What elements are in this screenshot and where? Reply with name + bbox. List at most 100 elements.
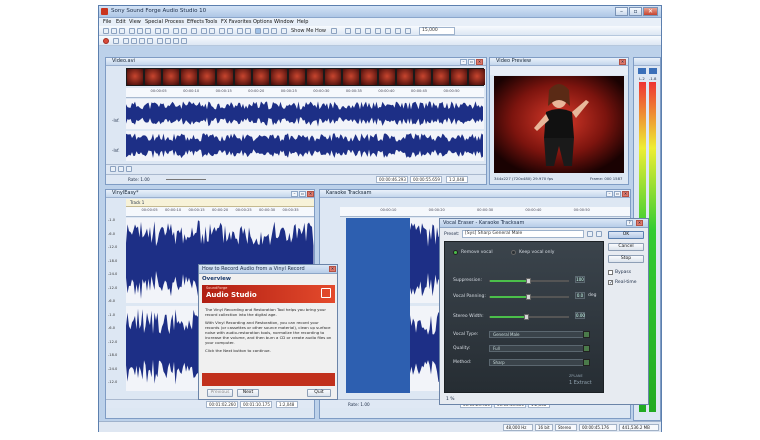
go-to-start-icon[interactable] (157, 38, 163, 44)
vinyl-wizard-close-button[interactable]: ✕ (329, 266, 336, 272)
find-icon[interactable] (201, 28, 207, 34)
fade-in-icon[interactable] (385, 28, 391, 34)
metronome-icon[interactable] (365, 28, 371, 34)
stereo-width-slider[interactable] (489, 314, 569, 320)
video-avi-waveform-left[interactable] (126, 99, 484, 129)
video-avi-close-button[interactable]: ✕ (476, 59, 483, 65)
suppression-slider[interactable] (489, 278, 569, 284)
eq-icon[interactable] (405, 28, 411, 34)
video-preview-close-button[interactable]: ✕ (619, 59, 626, 65)
properties-icon[interactable] (237, 28, 243, 34)
normalize-icon[interactable] (375, 28, 381, 34)
karaoke-selection[interactable] (346, 218, 410, 393)
delete-preset-icon[interactable] (596, 231, 602, 237)
play-icon[interactable] (131, 38, 137, 44)
loop-playback-icon[interactable] (113, 38, 119, 44)
close-button[interactable]: ✕ (643, 7, 658, 16)
zoom-icon[interactable] (209, 28, 215, 34)
forward-icon[interactable] (173, 38, 179, 44)
bypass-checkbox[interactable] (608, 270, 613, 275)
show-me-how-button[interactable]: Show Me How (291, 28, 326, 34)
remove-vocal-radio[interactable] (453, 250, 458, 255)
undo-icon[interactable] (173, 28, 179, 34)
maximize-button[interactable]: ▫ (629, 7, 642, 16)
menu-options[interactable]: Options (253, 19, 272, 25)
menu-fx-favorites[interactable]: FX Favorites (221, 19, 251, 25)
video-avi-maximize-button[interactable]: ▫ (468, 59, 475, 65)
menu-help[interactable]: Help (297, 19, 308, 25)
suppression-value[interactable]: 100 (575, 276, 585, 283)
open-icon[interactable] (111, 28, 117, 34)
vocal-eraser-close-button[interactable]: ✕ (636, 220, 643, 226)
video-avi-waveform-right[interactable] (126, 131, 484, 161)
vocal-panning-slider-thumb[interactable] (526, 294, 531, 300)
video-avi-minimize-button[interactable]: – (460, 59, 467, 65)
redo-icon[interactable] (181, 28, 187, 34)
copy-icon[interactable] (137, 28, 143, 34)
magnify-tool-icon[interactable] (263, 28, 269, 34)
meter-toggle-button-2[interactable] (649, 68, 657, 74)
vocal-type-select[interactable]: General Male (489, 331, 585, 338)
rewind-icon[interactable] (165, 38, 171, 44)
time-field[interactable]: 15,000 (419, 27, 455, 35)
video-stop-icon[interactable] (118, 166, 124, 172)
karaoke-close-button[interactable]: ✕ (622, 191, 629, 197)
stop-button[interactable]: Stop (608, 255, 644, 263)
vocal-panning-slider[interactable] (489, 294, 569, 300)
marker-icon[interactable] (219, 28, 225, 34)
ok-button[interactable]: OK (608, 231, 644, 239)
previous-button[interactable]: Previous (207, 389, 233, 397)
quality-select[interactable]: Full (489, 345, 585, 352)
stop-icon[interactable] (147, 38, 153, 44)
mix-icon[interactable] (155, 28, 161, 34)
menu-tools[interactable]: Tools (205, 19, 217, 25)
quit-button[interactable]: Quit (307, 389, 331, 397)
pause-icon[interactable] (139, 38, 145, 44)
vinyl-close-button[interactable]: ✕ (307, 191, 314, 197)
stereo-width-value[interactable]: 0.00 (575, 312, 585, 319)
go-to-end-icon[interactable] (181, 38, 187, 44)
karaoke-maximize-button[interactable]: ▫ (614, 191, 621, 197)
method-arrow-icon[interactable] (583, 359, 590, 366)
effects-icon[interactable] (245, 28, 251, 34)
trim-icon[interactable] (163, 28, 169, 34)
repeat-icon[interactable] (191, 28, 197, 34)
grid-icon[interactable] (355, 28, 361, 34)
paste-icon[interactable] (145, 28, 151, 34)
cancel-button[interactable]: Cancel (608, 243, 644, 251)
region-icon[interactable] (227, 28, 233, 34)
vocal-type-arrow-icon[interactable] (583, 331, 590, 338)
minimize-button[interactable]: – (615, 7, 628, 16)
vocal-panning-value[interactable]: 0.0 (575, 292, 585, 299)
edit-tool-icon[interactable] (255, 28, 261, 34)
snap-icon[interactable] (345, 28, 351, 34)
vinyl-minimize-button[interactable]: – (291, 191, 298, 197)
vocal-eraser-help-button[interactable]: ? (626, 220, 633, 226)
save-preset-icon[interactable] (587, 231, 593, 237)
stereo-width-slider-thumb[interactable] (524, 314, 530, 320)
quality-arrow-icon[interactable] (583, 345, 590, 352)
video-loop-icon[interactable] (126, 166, 132, 172)
menu-view[interactable]: View (129, 19, 141, 25)
loop-icon[interactable] (331, 28, 337, 34)
meter-toggle-button[interactable] (638, 68, 646, 74)
next-button[interactable]: Next (237, 389, 259, 397)
suppression-slider-thumb[interactable] (526, 278, 531, 284)
keep-vocal-radio[interactable] (511, 250, 516, 255)
cut-icon[interactable] (129, 28, 135, 34)
new-icon[interactable] (103, 28, 109, 34)
record-icon[interactable] (103, 38, 109, 44)
preset-dropdown[interactable]: [Sys] Sharp General Male (462, 230, 584, 238)
pencil-tool-icon[interactable] (271, 28, 277, 34)
play-all-icon[interactable] (123, 38, 129, 44)
menu-window[interactable]: Window (274, 19, 294, 25)
menu-edit[interactable]: Edit (116, 19, 126, 25)
help-icon[interactable] (281, 28, 287, 34)
method-select[interactable]: Sharp (489, 359, 585, 366)
save-icon[interactable] (119, 28, 125, 34)
video-avi-rate-slider[interactable] (166, 179, 206, 180)
menu-effects[interactable]: Effects (187, 19, 204, 25)
vinyl-maximize-button[interactable]: ▫ (299, 191, 306, 197)
vinyl-track-marker[interactable]: Track 1 (130, 200, 144, 205)
fade-out-icon[interactable] (395, 28, 401, 34)
